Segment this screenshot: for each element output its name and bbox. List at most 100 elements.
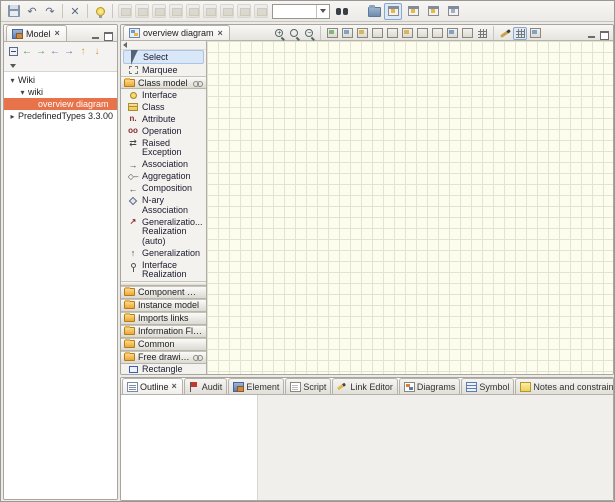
link-icon-7[interactable] — [220, 4, 234, 18]
palette-item-generalization-realization[interactable]: ↗ Generalizatio... Realization (auto) — [121, 216, 206, 247]
palette-section-component-model[interactable]: Component mo... — [121, 286, 206, 299]
link-icon-6[interactable] — [203, 4, 217, 18]
layers-icon[interactable] — [528, 27, 542, 40]
configure-icon[interactable]: ✕ — [67, 3, 83, 19]
undo-icon[interactable]: ↶ — [24, 3, 40, 19]
back-icon[interactable]: ← — [21, 44, 34, 58]
link-icon-5[interactable] — [186, 4, 200, 18]
maximize-icon[interactable] — [104, 32, 113, 41]
palette-section-class-model[interactable]: Class model — [121, 76, 206, 89]
grid-icon[interactable] — [475, 27, 489, 40]
perspective-model-button[interactable] — [384, 3, 402, 20]
open-folder-icon[interactable] — [366, 3, 382, 19]
save-icon[interactable] — [6, 3, 22, 19]
palette-item-operation[interactable]: oo Operation — [121, 125, 206, 137]
palette-item-interface[interactable]: Interface — [121, 89, 206, 101]
tab-element[interactable]: Element — [228, 378, 284, 394]
tip-icon[interactable] — [92, 3, 108, 19]
palette-tool-select[interactable]: Select — [123, 50, 204, 64]
drawer-pin-icon[interactable] — [193, 355, 203, 359]
tab-audit[interactable]: Audit — [184, 378, 228, 394]
outline-preview-area[interactable] — [121, 395, 258, 501]
search-combo[interactable] — [272, 4, 330, 19]
perspective-edit-button[interactable] — [424, 3, 442, 20]
snap-grid-icon[interactable] — [513, 27, 527, 40]
palette-item-rectangle[interactable]: Rectangle — [121, 364, 206, 376]
close-icon[interactable]: × — [217, 29, 224, 38]
page-up-icon[interactable] — [415, 27, 429, 40]
tab-script[interactable]: Script — [285, 378, 331, 394]
combo-dropdown-icon[interactable] — [316, 5, 329, 18]
palette-item-interface-realization[interactable]: Interface Realization — [121, 259, 206, 281]
page-back-icon[interactable] — [430, 27, 444, 40]
overview-diagram-tab[interactable]: overview diagram × — [123, 25, 230, 40]
zoom-actual-icon[interactable] — [287, 27, 301, 40]
export-icon[interactable] — [355, 27, 369, 40]
tree-item-label[interactable]: Wiki — [17, 75, 35, 85]
zoom-in-icon[interactable]: + — [272, 27, 286, 40]
palette-item-composition[interactable]: ← Composition — [121, 183, 206, 195]
palette-section-information-flow[interactable]: Information Flo... — [121, 325, 206, 338]
zoom-out-icon[interactable]: − — [302, 27, 316, 40]
tree-row-predefinedtypes[interactable]: ▸ PredefinedTypes 3.3.00 — [4, 110, 117, 122]
forward-icon[interactable]: → — [35, 44, 48, 58]
related-forward-icon[interactable]: → — [63, 44, 76, 58]
distribute-icon[interactable] — [460, 27, 474, 40]
palette-section-common[interactable]: Common — [121, 338, 206, 351]
palette-item-generalization[interactable]: ↑ Generalization — [121, 247, 206, 259]
minimize-icon[interactable] — [91, 32, 100, 41]
tree-row-wiki-package[interactable]: ▾ wiki — [4, 86, 117, 98]
collapse-all-icon[interactable] — [7, 44, 20, 58]
search-icon[interactable] — [334, 3, 350, 19]
related-back-icon[interactable]: ← — [49, 44, 62, 58]
palette-section-instance-model[interactable]: Instance model — [121, 299, 206, 312]
palette-item-raised-exception[interactable]: ⇄ Raised Exception — [121, 137, 206, 159]
close-icon[interactable]: × — [54, 29, 61, 38]
palette-tool-marquee[interactable]: Marquee — [121, 64, 206, 76]
move-up-icon[interactable]: ↑ — [77, 44, 90, 58]
link-icon-3[interactable] — [152, 4, 166, 18]
tab-link-editor[interactable]: Link Editor — [332, 378, 398, 394]
align-icon[interactable] — [445, 27, 459, 40]
save-image-icon[interactable] — [325, 27, 339, 40]
model-tab[interactable]: Model × — [6, 25, 67, 41]
palette-item-aggregation[interactable]: ◇– Aggregation — [121, 171, 206, 183]
perspective-search-button[interactable] — [404, 3, 422, 20]
tree-item-label[interactable]: PredefinedTypes 3.3.00 — [17, 111, 113, 121]
tab-symbol[interactable]: Symbol — [461, 378, 514, 394]
expand-arrow-icon[interactable]: ▾ — [8, 76, 17, 85]
copy-style-icon[interactable] — [385, 27, 399, 40]
palette-item-nary-association[interactable]: N-ary Association — [121, 195, 206, 217]
tab-outline[interactable]: Outline × — [122, 378, 183, 394]
tree-row-overview-diagram[interactable]: overview diagram — [4, 98, 117, 110]
link-icon-9[interactable] — [254, 4, 268, 18]
link-icon-1[interactable] — [118, 4, 132, 18]
selection-box-icon[interactable] — [370, 27, 384, 40]
palette-item-class[interactable]: Class — [121, 101, 206, 113]
link-icon-4[interactable] — [169, 4, 183, 18]
maximize-icon[interactable] — [600, 31, 609, 40]
paste-style-icon[interactable] — [400, 27, 414, 40]
palette-item-attribute[interactable]: n. Attribute — [121, 113, 206, 125]
tab-diagrams[interactable]: Diagrams — [399, 378, 461, 394]
palette-section-imports-links[interactable]: Imports links — [121, 312, 206, 325]
diagram-canvas[interactable] — [207, 41, 613, 375]
perspective-table-button[interactable] — [444, 3, 462, 20]
tree-item-label[interactable]: overview diagram — [37, 99, 109, 109]
palette-section-free-drawing[interactable]: Free drawing — [121, 351, 206, 364]
drawer-pin-icon[interactable] — [193, 81, 203, 85]
minimize-icon[interactable] — [587, 31, 596, 40]
link-icon-8[interactable] — [237, 4, 251, 18]
expand-arrow-icon[interactable]: ▸ — [8, 112, 17, 121]
save-diagram-icon[interactable] — [340, 27, 354, 40]
pencil-icon[interactable] — [498, 27, 512, 40]
link-icon-2[interactable] — [135, 4, 149, 18]
tree-item-label[interactable]: wiki — [27, 87, 43, 97]
collapse-palette-icon[interactable] — [123, 42, 127, 48]
tree-row-wiki-project[interactable]: ▾ Wiki — [4, 74, 117, 86]
expand-arrow-icon[interactable]: ▾ — [18, 88, 27, 97]
redo-icon[interactable]: ↷ — [42, 3, 58, 19]
move-down-icon[interactable]: ↓ — [91, 44, 104, 58]
close-icon[interactable]: × — [171, 382, 178, 391]
palette-item-association[interactable]: → Association — [121, 159, 206, 171]
